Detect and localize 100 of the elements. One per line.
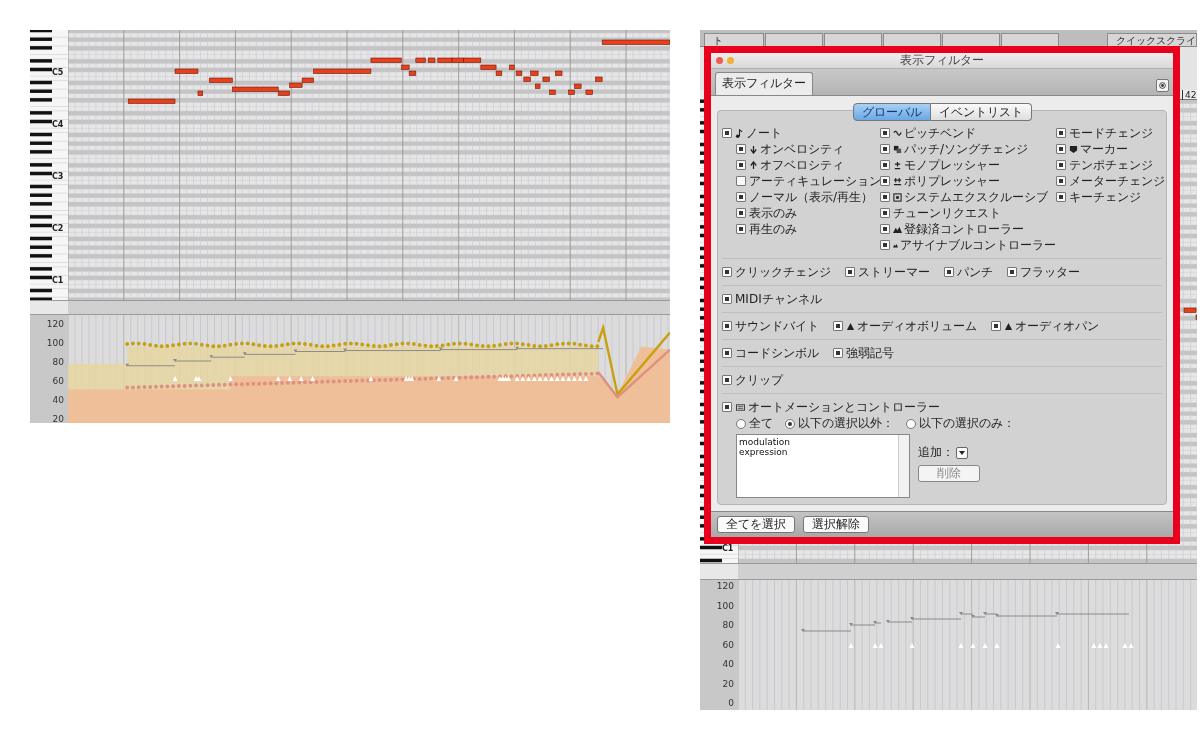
note-block[interactable]: [415, 57, 426, 63]
note-block[interactable]: [427, 57, 436, 63]
checkbox[interactable]: [1056, 176, 1066, 186]
checkbox[interactable]: [722, 321, 732, 331]
checkbox-label: MIDIチャンネル: [735, 290, 822, 308]
checkbox[interactable]: [880, 160, 890, 170]
triangle-marker-icon: [994, 643, 1000, 648]
note-block[interactable]: [1183, 308, 1197, 314]
checkbox[interactable]: [880, 176, 890, 186]
note-block[interactable]: [174, 68, 199, 74]
note-block[interactable]: [209, 77, 233, 83]
note-block[interactable]: [451, 57, 464, 63]
octave-label: C4: [52, 120, 64, 129]
checkbox[interactable]: [880, 128, 890, 138]
checkbox[interactable]: [944, 267, 954, 277]
checkbox[interactable]: [833, 348, 843, 358]
checkbox-label: コードシンボル: [735, 344, 819, 362]
checkbox[interactable]: [722, 375, 732, 385]
list-item[interactable]: expression: [739, 447, 897, 457]
add-dropdown[interactable]: [956, 446, 968, 459]
framed-square-icon: [893, 192, 902, 202]
checkbox[interactable]: [880, 208, 890, 218]
octave-label: C5: [52, 68, 64, 77]
checkbox-label: ノート: [746, 124, 782, 142]
minimize-dot[interactable]: [727, 57, 734, 64]
footer-button[interactable]: 全てを選択: [717, 516, 795, 533]
controller-list[interactable]: modulation expression: [736, 434, 910, 498]
checkbox-label: チューンリクエスト: [893, 204, 1001, 222]
axis-label: 120: [46, 319, 64, 329]
checkbox-label: アーティキュレーション: [749, 172, 881, 190]
checkbox[interactable]: [736, 144, 746, 154]
checkbox[interactable]: [991, 321, 1001, 331]
tab[interactable]: クイックスクライ: [1107, 32, 1197, 46]
note-block[interactable]: [277, 90, 290, 96]
checkbox[interactable]: [1007, 267, 1017, 277]
triangle-marker-icon: [172, 376, 178, 382]
triangle-marker-icon: [453, 376, 459, 382]
tab[interactable]: ト: [704, 32, 764, 46]
checkbox[interactable]: [880, 240, 890, 250]
checkbox-label: サウンドバイト: [735, 317, 819, 335]
checkbox-label: テンポチェンジ: [1069, 156, 1153, 174]
checkbox[interactable]: [880, 224, 890, 234]
target-icon: [1159, 82, 1166, 89]
radio-label: 以下の選択以外：: [798, 415, 894, 432]
shield-icon: [1069, 144, 1078, 154]
plus-minus-icon: [893, 160, 902, 170]
note-block[interactable]: [437, 57, 453, 63]
checkbox[interactable]: [722, 402, 732, 412]
note-block[interactable]: [301, 77, 314, 83]
octave-label: C2: [52, 224, 64, 233]
checkbox-label: システムエクスクルーシブ: [904, 188, 1048, 206]
checkbox[interactable]: [736, 160, 746, 170]
radio-button[interactable]: [736, 418, 746, 429]
checkbox[interactable]: [1056, 192, 1066, 202]
axis-label: 120: [716, 581, 734, 591]
checkbox-label: キーチェンジ: [1069, 188, 1141, 206]
note-block[interactable]: [370, 57, 402, 63]
checkbox[interactable]: [722, 267, 732, 277]
triangle-marker-icon: [436, 376, 442, 382]
checkbox[interactable]: [880, 144, 890, 154]
checkbox[interactable]: [736, 192, 746, 202]
checkbox[interactable]: [880, 192, 890, 202]
checkbox[interactable]: [722, 128, 732, 138]
checkbox[interactable]: [736, 176, 746, 186]
checkbox[interactable]: [1056, 144, 1066, 154]
triangle-marker-icon: [982, 643, 988, 648]
close-dot[interactable]: [716, 57, 723, 64]
checkbox-label: オンベロシティ: [760, 140, 844, 158]
checkbox[interactable]: [845, 267, 855, 277]
checkbox[interactable]: [833, 321, 843, 331]
checkbox-label: オフベロシティ: [760, 156, 844, 174]
triangle-icon: [1004, 321, 1013, 331]
checkbox[interactable]: [722, 348, 732, 358]
note-block[interactable]: [480, 64, 497, 70]
radio-button[interactable]: [785, 418, 795, 429]
note-block[interactable]: [232, 86, 279, 92]
note-block[interactable]: [463, 57, 482, 63]
resize-corner: [700, 564, 738, 579]
options-button[interactable]: [1156, 79, 1169, 92]
checkbox[interactable]: [736, 208, 746, 218]
note-block[interactable]: [127, 98, 176, 104]
triangle-marker-icon: [287, 376, 293, 382]
checkbox[interactable]: [1056, 128, 1066, 138]
keyboard-icon: [735, 402, 746, 412]
radio-button[interactable]: [906, 418, 916, 429]
checkbox[interactable]: [722, 294, 732, 304]
segment-tab[interactable]: イベントリスト: [930, 103, 1032, 121]
footer-button[interactable]: 選択解除: [803, 516, 869, 533]
axis-label: 100: [716, 600, 734, 611]
music-note-icon: [735, 128, 744, 138]
axis-label: 100: [46, 338, 64, 348]
segment-tab[interactable]: グローバル: [852, 103, 931, 121]
scroll-bar[interactable]: [898, 435, 909, 497]
list-item[interactable]: modulation: [739, 437, 897, 447]
tab[interactable]: 表示フィルター: [715, 72, 813, 95]
checkbox-label: クリップ: [735, 371, 783, 389]
checkbox[interactable]: [1056, 160, 1066, 170]
arrow-up-icon: [749, 160, 758, 170]
axis-label: 20: [722, 678, 734, 689]
checkbox[interactable]: [736, 224, 746, 234]
